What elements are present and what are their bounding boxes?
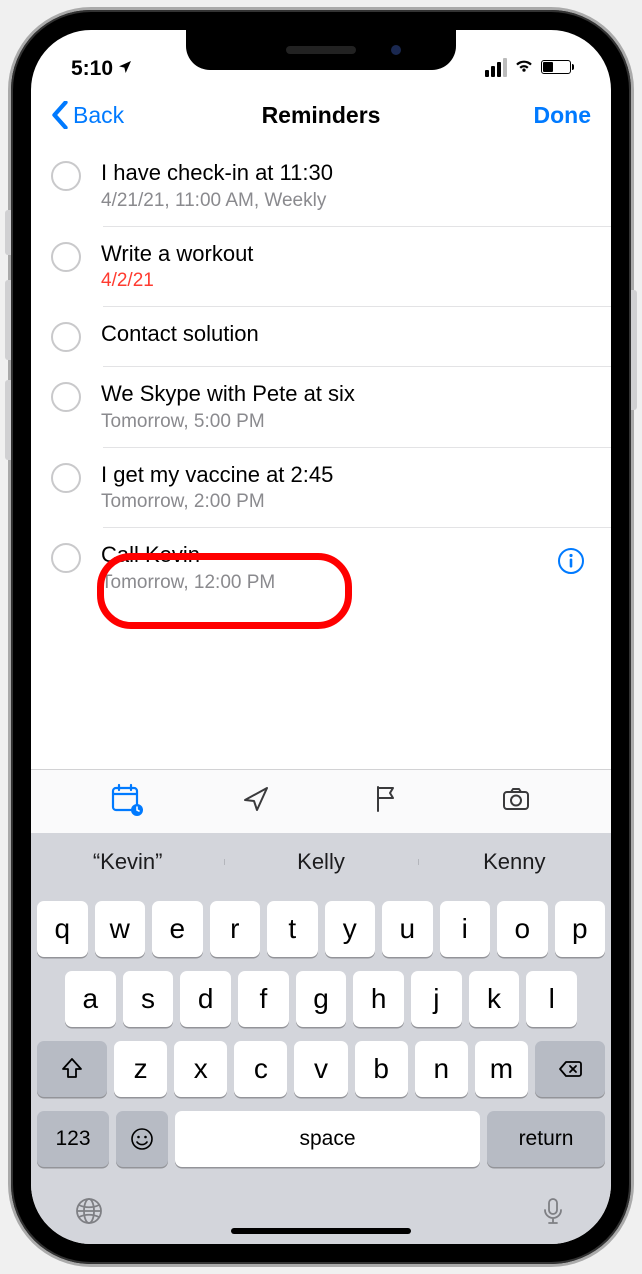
key-m[interactable]: m xyxy=(475,1041,528,1097)
battery-icon xyxy=(541,60,571,74)
key-c[interactable]: c xyxy=(234,1041,287,1097)
reminder-item[interactable]: Write a workout 4/2/21 xyxy=(31,226,611,307)
dictation-key[interactable] xyxy=(537,1195,569,1232)
reminder-subtitle: Tomorrow, 12:00 PM xyxy=(101,572,591,594)
flag-button[interactable] xyxy=(369,782,403,821)
suggestion[interactable]: Kenny xyxy=(418,849,611,875)
back-button[interactable]: Back xyxy=(51,101,124,129)
emoji-icon xyxy=(129,1126,155,1152)
globe-icon xyxy=(73,1195,105,1227)
reminder-title: Write a workout xyxy=(101,240,591,269)
key-d[interactable]: d xyxy=(180,971,231,1027)
key-p[interactable]: p xyxy=(555,901,606,957)
key-j[interactable]: j xyxy=(411,971,462,1027)
shift-icon xyxy=(59,1056,85,1082)
keyboard: q w e r t y u i o p a s d f g h j k l xyxy=(31,891,611,1244)
keyboard-row: a s d f g h j k l xyxy=(37,971,605,1027)
complete-toggle[interactable] xyxy=(51,242,81,272)
key-t[interactable]: t xyxy=(267,901,318,957)
key-h[interactable]: h xyxy=(353,971,404,1027)
reminder-item-editing[interactable]: Call Kevin Tomorrow, 12:00 PM xyxy=(31,527,611,608)
reminder-item[interactable]: I have check-in at 11:30 4/21/21, 11:00 … xyxy=(31,145,611,226)
space-key[interactable]: space xyxy=(175,1111,480,1167)
key-b[interactable]: b xyxy=(355,1041,408,1097)
key-s[interactable]: s xyxy=(123,971,174,1027)
key-y[interactable]: y xyxy=(325,901,376,957)
reminder-subtitle: 4/2/21 xyxy=(101,270,591,292)
backspace-icon xyxy=(557,1056,583,1082)
suggestion[interactable]: “Kevin” xyxy=(31,849,224,875)
reminder-title: I get my vaccine at 2:45 xyxy=(101,461,591,490)
location-arrow-icon xyxy=(117,57,133,81)
page-title: Reminders xyxy=(262,102,381,129)
key-x[interactable]: x xyxy=(174,1041,227,1097)
complete-toggle[interactable] xyxy=(51,382,81,412)
return-key[interactable]: return xyxy=(487,1111,605,1167)
shift-key[interactable] xyxy=(37,1041,107,1097)
key-i[interactable]: i xyxy=(440,901,491,957)
keyboard-row: q w e r t y u i o p xyxy=(37,901,605,957)
reminder-subtitle: 4/21/21, 11:00 AM, Weekly xyxy=(101,190,591,212)
key-q[interactable]: q xyxy=(37,901,88,957)
details-button[interactable] xyxy=(557,547,585,575)
key-r[interactable]: r xyxy=(210,901,261,957)
reminder-item[interactable]: Contact solution xyxy=(31,306,611,366)
complete-toggle[interactable] xyxy=(51,543,81,573)
info-icon xyxy=(557,547,585,575)
key-l[interactable]: l xyxy=(526,971,577,1027)
complete-toggle[interactable] xyxy=(51,463,81,493)
emoji-key[interactable] xyxy=(116,1111,168,1167)
key-e[interactable]: e xyxy=(152,901,203,957)
key-v[interactable]: v xyxy=(294,1041,347,1097)
reminders-list[interactable]: I have check-in at 11:30 4/21/21, 11:00 … xyxy=(31,145,611,769)
cellular-signal-icon xyxy=(485,58,507,77)
flag-icon xyxy=(369,782,403,816)
complete-toggle[interactable] xyxy=(51,322,81,352)
numbers-key[interactable]: 123 xyxy=(37,1111,109,1167)
camera-button[interactable] xyxy=(499,782,533,821)
backspace-key[interactable] xyxy=(535,1041,605,1097)
suggestion[interactable]: Kelly xyxy=(224,849,417,875)
chevron-left-icon xyxy=(51,101,69,129)
calendar-button[interactable] xyxy=(109,782,143,821)
keyboard-row: z x c v b n m xyxy=(37,1041,605,1097)
reminder-subtitle: Tomorrow, 5:00 PM xyxy=(101,411,591,433)
key-g[interactable]: g xyxy=(296,971,347,1027)
location-button[interactable] xyxy=(239,782,273,821)
key-z[interactable]: z xyxy=(114,1041,167,1097)
navigation-bar: Back Reminders Done xyxy=(31,85,611,145)
complete-toggle[interactable] xyxy=(51,161,81,191)
home-indicator[interactable] xyxy=(231,1228,411,1234)
status-time: 5:10 xyxy=(71,57,113,81)
wifi-icon xyxy=(513,53,535,81)
key-n[interactable]: n xyxy=(415,1041,468,1097)
reminder-item[interactable]: I get my vaccine at 2:45 Tomorrow, 2:00 … xyxy=(31,447,611,528)
reminder-title: I have check-in at 11:30 xyxy=(101,159,591,188)
reminder-title: We Skype with Pete at six xyxy=(101,380,591,409)
camera-icon xyxy=(499,782,533,816)
done-button[interactable]: Done xyxy=(534,102,592,129)
microphone-icon xyxy=(537,1195,569,1227)
globe-key[interactable] xyxy=(73,1195,105,1232)
back-label: Back xyxy=(73,102,124,129)
key-k[interactable]: k xyxy=(469,971,520,1027)
keyboard-row: 123 space return xyxy=(37,1111,605,1167)
key-a[interactable]: a xyxy=(65,971,116,1027)
reminder-title[interactable]: Call Kevin xyxy=(101,541,591,570)
key-f[interactable]: f xyxy=(238,971,289,1027)
key-w[interactable]: w xyxy=(95,901,146,957)
reminder-item[interactable]: We Skype with Pete at six Tomorrow, 5:00… xyxy=(31,366,611,447)
reminder-subtitle: Tomorrow, 2:00 PM xyxy=(101,491,591,513)
location-arrow-icon xyxy=(239,782,273,816)
key-o[interactable]: o xyxy=(497,901,548,957)
calendar-icon xyxy=(109,782,143,816)
key-u[interactable]: u xyxy=(382,901,433,957)
reminder-title: Contact solution xyxy=(101,320,591,349)
keyboard-suggestions: “Kevin” Kelly Kenny xyxy=(31,833,611,891)
reminder-toolbar xyxy=(31,769,611,833)
